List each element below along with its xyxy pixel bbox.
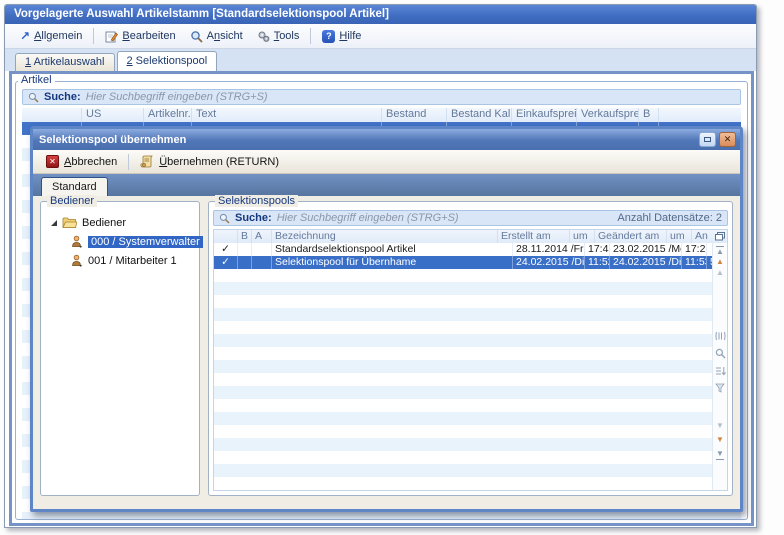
search-label: Suche: [235,212,272,224]
menu-hilfe[interactable]: ? Hilfe [315,28,368,45]
bediener-groupbox: Bediener Bediener 000 / Systemverwalter … [40,201,200,496]
restore-icon [704,137,711,142]
cancel-button[interactable]: ✕ Abbrechen [39,153,124,170]
selektionspool-dialog: Selektionspool übernehmen ✕ ✕ Abbrechen … [30,126,743,512]
column-header-artikelnr[interactable]: Artikelnr. [144,108,192,122]
column-header-einkaufspreis[interactable]: Einkaufspreis [512,108,577,122]
main-menubar: ↗ Allgemein Bearbeiten Ansicht Tools ? H… [5,24,756,49]
search-placeholder: Hier Suchbegriff eingeben (STRG+S) [277,212,459,224]
scroll-to-top-icon[interactable]: ▲ [716,246,724,257]
row-checkmark: ✓ [214,256,238,269]
menu-separator [93,28,94,44]
gear-icon [257,30,270,43]
dialog-content: Bediener Bediener 000 / Systemverwalter … [33,196,740,509]
menu-tools[interactable]: Tools [250,28,307,45]
sort-icon[interactable] [715,366,726,376]
selektionspools-groupbox: Selektionspools Suche: Hier Suchbegriff … [208,201,733,496]
menu-ansicht[interactable]: Ansicht [183,28,250,45]
column-header-us[interactable]: US [82,108,144,122]
column-header-bestand-kalk[interactable]: Bestand Kalk. [447,108,512,122]
column-header-a[interactable]: A [252,230,272,243]
column-header-um2[interactable]: um [667,230,692,243]
column-header-bezeichnung[interactable]: Bezeichnung [272,230,498,243]
tree-item-systemverwalter[interactable]: 000 / Systemverwalter [41,232,199,251]
bediener-tree: Bediener 000 / Systemverwalter 001 / Mit… [41,202,199,270]
folder-icon [62,217,77,229]
column-header-geaendert-am[interactable]: Geändert am [595,230,667,243]
menu-bearbeiten[interactable]: Bearbeiten [98,28,182,45]
restore-button[interactable] [699,132,716,147]
edit-icon [105,30,118,43]
apply-scroll-icon [140,155,154,168]
scroll-up-page-icon[interactable]: ▲ [716,268,724,279]
search-placeholder: Hier Suchbegriff eingeben (STRG+S) [86,91,268,103]
search-label: Suche: [44,91,81,103]
menu-allgemein[interactable]: ↗ Allgemein [13,27,89,45]
allgemein-arrow-icon: ↗ [20,29,30,43]
artikel-group-label: Artikel [18,74,55,86]
user-icon [71,235,83,248]
pools-search-bar[interactable]: Suche: Hier Suchbegriff eingeben (STRG+S… [213,210,728,226]
search-icon [219,213,230,224]
column-settings-icon[interactable] [712,230,727,243]
selektionspools-group-label: Selektionspools [215,195,298,207]
tree-item-mitarbeiter1[interactable]: 001 / Mitarbeiter 1 [41,251,199,270]
close-button[interactable]: ✕ [719,132,736,147]
row-checkmark: ✓ [214,243,238,256]
pools-table: B A Bezeichnung Erstellt am um Geändert … [213,229,728,491]
scroll-up-icon[interactable]: ▲ [716,257,724,268]
cancel-x-icon: ✕ [46,155,59,168]
screen: Vorgelagerte Auswahl Artikelstamm [Stand… [0,0,784,535]
pools-row-uebernahme-selected[interactable]: ✓ Selektionspool für Übernhame 24.02.201… [214,256,727,269]
bediener-group-label: Bediener [47,195,97,207]
scroll-down-icon[interactable]: ▼ [716,435,724,446]
dialog-title: Selektionspool übernehmen [39,134,696,146]
main-window-titlebar[interactable]: Vorgelagerte Auswahl Artikelstamm [Stand… [5,5,756,24]
column-header-marker[interactable] [22,108,82,122]
main-tabstrip: 1 Artikelauswahl 2 Selektionspool [5,49,756,71]
pools-row-standardselektionspool[interactable]: ✓ Standardselektionspool Artikel 28.11.2… [214,243,727,256]
artikel-search-bar[interactable]: Suche: Hier Suchbegriff eingeben (STRG+S… [22,89,741,105]
expander-icon[interactable] [51,220,57,226]
record-count: Anzahl Datensätze: 2 [617,212,722,224]
column-header-text[interactable]: Text [192,108,382,122]
menu-separator [310,28,311,44]
dialog-tabstrip: Standard [33,174,740,196]
search-table-icon[interactable] [715,348,726,359]
column-header-bestand[interactable]: Bestand [382,108,447,122]
columns-icon[interactable] [715,331,726,341]
dialog-toolbar: ✕ Abbrechen Übernehmen (RETURN) [33,150,740,174]
dialog-titlebar[interactable]: Selektionspool übernehmen ✕ [33,129,740,150]
column-header-verkaufspreis[interactable]: Verkaufspreis [577,108,639,122]
help-icon: ? [322,30,335,43]
table-nav-strip: ▲ ▲ ▲ ▼ ▼ ▼ [712,243,727,490]
column-header-b[interactable]: B [639,108,659,122]
toolbar-separator [128,154,129,170]
tab-standard[interactable]: Standard [41,177,108,196]
column-header-an[interactable]: An [692,230,712,243]
scroll-to-bottom-icon[interactable]: ▼ [716,449,724,460]
apply-button[interactable]: Übernehmen (RETURN) [133,153,286,170]
pools-table-header: B A Bezeichnung Erstellt am um Geändert … [214,230,727,243]
main-window-title: Vorgelagerte Auswahl Artikelstamm [Stand… [14,8,389,20]
column-header-um1[interactable]: um [570,230,595,243]
close-icon: ✕ [724,135,732,144]
column-header-erstellt-am[interactable]: Erstellt am [498,230,570,243]
magnifier-icon [190,30,203,43]
filter-icon[interactable] [715,383,726,393]
tab-artikelauswahl[interactable]: 1 Artikelauswahl [15,53,115,71]
column-header-b[interactable]: B [238,230,252,243]
tree-root-bediener[interactable]: Bediener [41,213,199,232]
scroll-down-page-icon[interactable]: ▼ [716,421,724,432]
tab-selektionspool[interactable]: 2 Selektionspool [117,51,218,71]
artikel-table-header: US Artikelnr. Text Bestand Bestand Kalk.… [22,108,741,122]
pools-empty-rows [214,269,712,490]
search-icon [28,92,39,103]
user-icon [71,254,83,267]
